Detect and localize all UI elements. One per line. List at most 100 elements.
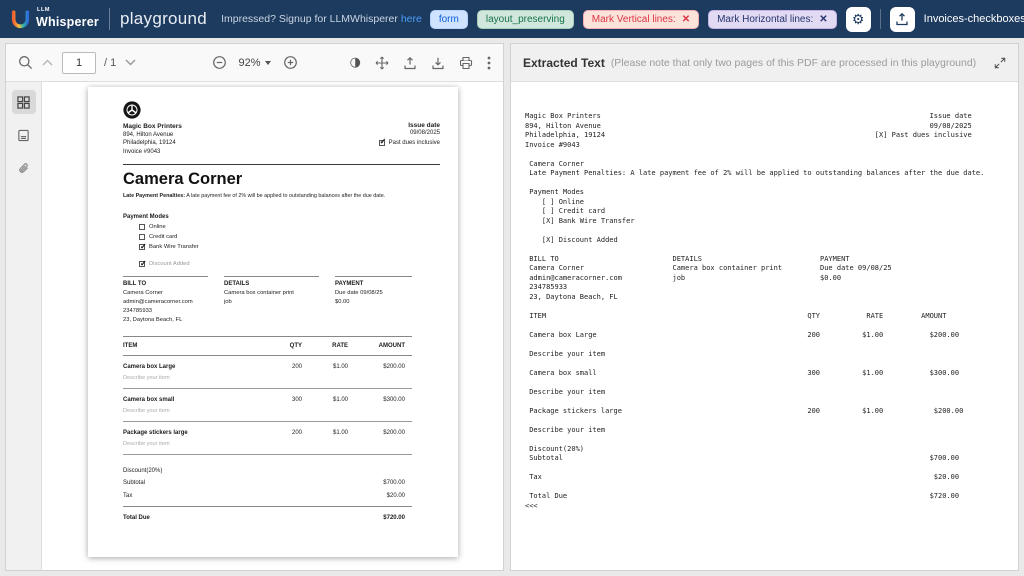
item-name: Camera box small — [123, 397, 266, 403]
bill-to-line: Camera Corner — [123, 289, 208, 298]
top-navbar: LLM Whisperer playground Impressed? Sign… — [0, 0, 1024, 38]
bill-to-line: 23, Daytona Beach, FL — [123, 316, 208, 325]
payment-line: Due date 09/08/25 — [335, 289, 412, 298]
item-qty: 200 — [266, 364, 302, 370]
brand-wordmark: LLM Whisperer — [36, 8, 99, 31]
pan-tool-button[interactable] — [375, 56, 389, 70]
next-page-button[interactable] — [124, 58, 137, 67]
item-amount: $300.00 — [348, 397, 412, 403]
item-rate: $1.00 — [302, 430, 348, 436]
badge-mark-horizontal-lines[interactable]: Mark Horizontal lines: ✕ — [708, 10, 837, 29]
brand-divider — [109, 8, 110, 30]
item-row: Camera box Large 200 $1.00 $200.00 Descr… — [123, 356, 412, 389]
item-qty: 300 — [266, 397, 302, 403]
badge-hlines-label: Mark Horizontal lines: — [717, 14, 813, 25]
search-icon — [18, 55, 33, 70]
item-row: Camera box small 300 $1.00 $300.00 Descr… — [123, 389, 412, 422]
item-description: Describe your item — [123, 408, 412, 414]
viewer-tools: ◑ — [350, 56, 491, 70]
total-due-value: $720.00 — [383, 515, 412, 521]
item-name: Package stickers large — [123, 430, 266, 436]
navbar-actions: form layout_preserving Mark Vertical lin… — [430, 7, 1024, 32]
hlines-close-icon[interactable]: ✕ — [819, 14, 827, 25]
previous-page-button[interactable] — [41, 58, 54, 67]
company-logo-icon — [123, 101, 182, 119]
theme-toggle-button[interactable]: ◑ — [350, 56, 361, 69]
upload-file-button[interactable] — [890, 7, 915, 32]
navbar-divider — [880, 9, 881, 29]
thumbnails-view-button[interactable] — [12, 90, 36, 114]
settings-button[interactable]: ⚙ — [846, 7, 871, 32]
payment-column: PAYMENT Due date 09/08/25 $0.00 — [335, 276, 412, 325]
gear-icon: ⚙ — [852, 12, 865, 26]
caret-down-icon — [265, 61, 271, 65]
badge-mark-vertical-lines[interactable]: Mark Vertical lines: ✕ — [583, 10, 699, 29]
tax-row: Tax $20.00 — [123, 493, 412, 499]
credit-card-checkbox — [139, 234, 145, 240]
item-amount: $200.00 — [348, 364, 412, 370]
issue-date-label: Issue date — [379, 122, 440, 129]
vlines-close-icon[interactable]: ✕ — [682, 14, 690, 25]
extracted-text-content: Magic Box Printers Issue date 894, Hilto… — [511, 82, 1018, 570]
mode-badge-layout-label: layout_preserving — [486, 14, 565, 25]
bank-wire-label: Bank Wire Transfer — [149, 244, 199, 250]
payment-mode-option: Bank Wire Transfer — [139, 244, 440, 250]
zoom-level-dropdown[interactable]: 92% — [238, 57, 270, 69]
item-amount: $200.00 — [348, 430, 412, 436]
contrast-icon: ◑ — [350, 56, 361, 69]
page-number-input[interactable] — [62, 52, 96, 74]
customer-title: Camera Corner — [123, 170, 440, 189]
item-description: Describe your item — [123, 441, 412, 447]
item-name: Camera box Large — [123, 364, 266, 370]
zoom-out-button[interactable] — [211, 55, 226, 70]
outline-view-button[interactable] — [12, 123, 36, 147]
header-divider — [123, 164, 440, 165]
zoom-controls: 92% — [211, 55, 297, 70]
grid-icon — [17, 96, 30, 109]
items-table-header: ITEM QTY RATE AMOUNT — [123, 337, 412, 356]
more-options-button[interactable] — [487, 56, 491, 70]
item-qty: 200 — [266, 430, 302, 436]
details-title: DETAILS — [224, 281, 319, 287]
discount-added-checkbox — [139, 261, 145, 267]
signup-here-link[interactable]: here — [401, 13, 422, 25]
download-button[interactable] — [431, 56, 445, 70]
mode-badge-form[interactable]: form — [430, 10, 468, 29]
attachments-button[interactable] — [12, 156, 36, 180]
zoom-in-button[interactable] — [283, 55, 298, 70]
item-rate: $1.00 — [302, 364, 348, 370]
extracted-text-header: Extracted Text (Please note that only tw… — [511, 44, 1018, 82]
chevron-down-icon — [124, 58, 137, 67]
move-icon — [375, 56, 389, 70]
expand-panel-button[interactable] — [994, 57, 1006, 69]
details-column: DETAILS Camera box container print job — [224, 276, 319, 325]
zoom-in-icon — [283, 55, 298, 70]
pdf-page-area[interactable]: Magic Box Printers 894, Hilton Avenue Ph… — [42, 82, 503, 570]
discount-added-label: Discount Added — [149, 261, 190, 267]
past-dues-row: Past dues inclusive — [379, 140, 440, 146]
expand-icon — [994, 57, 1006, 69]
signup-promo: Impressed? Signup for LLMWhisperer here — [221, 13, 422, 25]
items-header-rate: RATE — [302, 343, 348, 349]
payment-modes-title: Payment Modes — [123, 214, 440, 220]
bill-to-line: 234785933 — [123, 307, 208, 316]
invoice-header: Magic Box Printers 894, Hilton Avenue Ph… — [123, 101, 440, 156]
extracted-text-panel: Extracted Text (Please note that only tw… — [510, 43, 1019, 571]
invoice-info-columns: BILL TO Camera Corner admin@cameracorner… — [123, 276, 412, 325]
items-header-item: ITEM — [123, 343, 266, 349]
brand: LLM Whisperer playground — [10, 8, 207, 31]
open-file-button[interactable] — [403, 56, 417, 70]
print-button[interactable] — [459, 56, 473, 70]
mode-badge-layout-preserving[interactable]: layout_preserving — [477, 10, 574, 29]
chevron-up-icon — [41, 58, 54, 67]
viewer-sidebar — [6, 82, 42, 570]
item-row: Package stickers large 200 $1.00 $200.00… — [123, 422, 412, 455]
tax-value: $20.00 — [387, 493, 412, 499]
search-button[interactable] — [18, 55, 33, 70]
company-name: Magic Box Printers — [123, 123, 182, 130]
tax-label: Tax — [123, 493, 132, 499]
subtotal-row: Subtotal $700.00 — [123, 480, 412, 486]
details-line: job — [224, 298, 319, 307]
payment-mode-option: Online — [139, 224, 440, 230]
discount-added-row: Discount Added — [139, 261, 440, 267]
